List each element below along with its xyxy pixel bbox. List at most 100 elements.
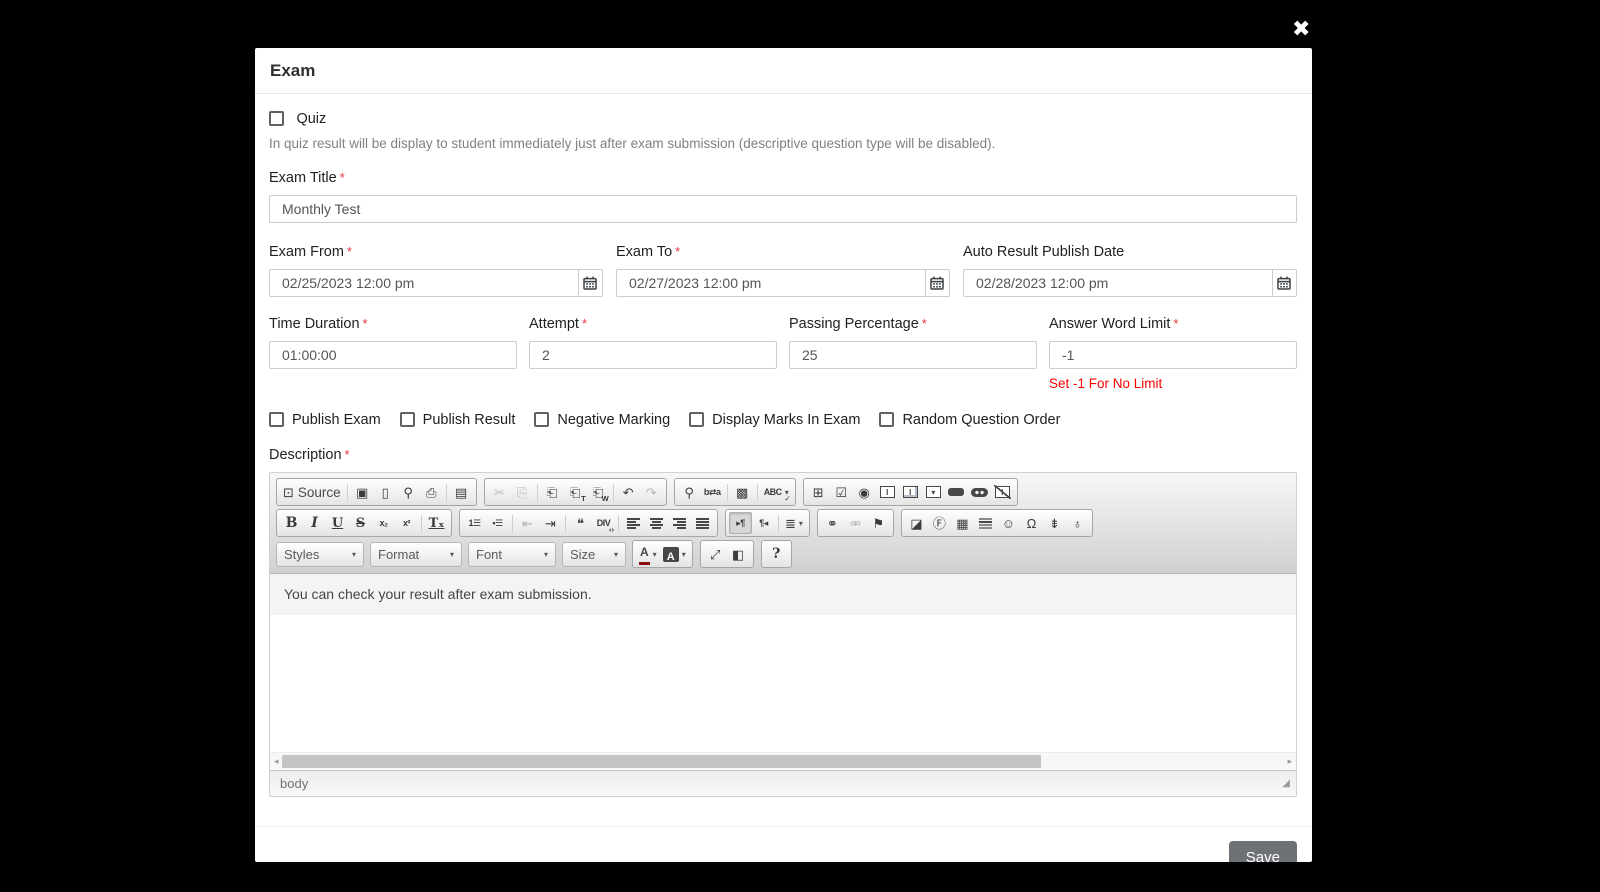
scroll-left-icon[interactable]: ◂ [274, 756, 279, 767]
display-marks-checkbox[interactable] [689, 412, 704, 427]
editor-content-area[interactable]: You can check your result after exam sub… [270, 574, 1296, 752]
element-path[interactable]: body [280, 776, 308, 791]
random-question-order-checkbox[interactable] [879, 412, 894, 427]
templates-icon[interactable]: ▤ [450, 481, 473, 503]
subscript-button[interactable]: x₂ [372, 512, 395, 534]
align-justify-button[interactable] [691, 512, 714, 534]
div-container-button[interactable]: DIV‹› [592, 512, 615, 534]
smiley-icon[interactable]: ☺ [997, 512, 1020, 534]
image-icon[interactable]: ◪ [905, 512, 928, 534]
flash-icon[interactable]: Ⓕ [928, 512, 951, 534]
paste-icon[interactable]: ⎗ [541, 481, 564, 503]
time-duration-label: Time Duration [269, 316, 360, 332]
size-select[interactable]: Size▾ [562, 542, 626, 567]
align-right-button[interactable] [668, 512, 691, 534]
select-field-icon[interactable]: ▾ [922, 481, 945, 503]
passing-percentage-label: Passing Percentage [789, 316, 919, 332]
spell-check-icon[interactable]: ABC✓▾ [761, 481, 792, 503]
unlink-icon[interactable]: ⚮ [844, 512, 867, 534]
negative-marking-checkbox[interactable] [534, 412, 549, 427]
attempt-input[interactable] [529, 341, 777, 369]
paste-from-word-icon[interactable]: ⎗W [587, 481, 610, 503]
text-field-icon[interactable]: I [876, 481, 899, 503]
format-select[interactable]: Format▾ [370, 542, 462, 567]
exam-from-input[interactable] [269, 269, 579, 297]
scrollbar-thumb[interactable] [282, 755, 1041, 768]
about-button[interactable]: ? [765, 543, 788, 565]
decrease-indent-button[interactable]: ⇤ [516, 512, 539, 534]
exam-to-input[interactable] [616, 269, 926, 297]
radio-field-icon[interactable]: ◉ [853, 481, 876, 503]
save-icon[interactable]: ▣ [351, 481, 374, 503]
exam-to-calendar-button[interactable] [926, 269, 950, 297]
passing-percentage-input[interactable] [789, 341, 1037, 369]
exam-title-section: Exam Title* [269, 169, 1297, 223]
paste-plain-text-icon[interactable]: ⎗T [564, 481, 587, 503]
iframe-icon[interactable]: ♁ [1066, 512, 1089, 534]
hidden-field-icon[interactable]: I [991, 481, 1014, 503]
page-break-icon[interactable]: ⇟ [1043, 512, 1066, 534]
special-character-icon[interactable]: Ω [1020, 512, 1043, 534]
show-blocks-button[interactable]: ◧ [727, 543, 750, 565]
auto-result-publish-date-calendar-button[interactable] [1273, 269, 1297, 297]
save-button[interactable]: Save [1229, 841, 1297, 862]
cut-icon[interactable]: ✂ [488, 481, 511, 503]
styles-select[interactable]: Styles▾ [276, 542, 364, 567]
find-icon[interactable]: ⚲ [678, 481, 701, 503]
align-left-button[interactable] [622, 512, 645, 534]
remove-format-button[interactable]: Tₓ [425, 512, 448, 534]
maximize-button[interactable]: ⤢ [704, 543, 727, 565]
replace-icon[interactable]: b⇄a [701, 481, 724, 503]
text-color-button[interactable]: ▾ [636, 543, 660, 565]
publish-exam-checkbox[interactable] [269, 412, 284, 427]
table-icon[interactable]: ▦ [951, 512, 974, 534]
editor-paragraph[interactable]: You can check your result after exam sub… [270, 574, 1296, 615]
random-question-order-option: Random Question Order [879, 411, 1060, 429]
checkbox-field-icon[interactable]: ☑ [830, 481, 853, 503]
font-select[interactable]: Font▾ [468, 542, 556, 567]
image-button-icon[interactable] [968, 481, 991, 503]
text-direction-ltr-button[interactable]: ▸¶ [729, 512, 752, 534]
exam-title-input[interactable] [269, 195, 1297, 223]
answer-word-limit-input[interactable] [1049, 341, 1297, 369]
time-duration-input[interactable] [269, 341, 517, 369]
form-icon[interactable]: ⊞ [807, 481, 830, 503]
horizontal-rule-icon[interactable] [974, 512, 997, 534]
exam-modal: Exam Quiz In quiz result will be display… [255, 48, 1312, 862]
source-button[interactable]: ⊡Source [280, 481, 344, 503]
exam-to-label: Exam To [616, 244, 672, 260]
increase-indent-button[interactable]: ⇥ [539, 512, 562, 534]
quiz-checkbox[interactable] [269, 111, 284, 126]
text-direction-rtl-button[interactable]: ¶◂ [752, 512, 775, 534]
underline-button[interactable]: U [326, 512, 349, 534]
new-page-icon[interactable]: ▯ [374, 481, 397, 503]
print-icon[interactable]: ⎙ [420, 481, 443, 503]
link-icon[interactable]: ⚭ [821, 512, 844, 534]
background-color-button[interactable]: ▾ [660, 543, 689, 565]
resize-grip-icon[interactable]: ◢ [1282, 778, 1290, 789]
exam-from-calendar-button[interactable] [579, 269, 603, 297]
editor-horizontal-scrollbar[interactable]: ◂ ▸ [270, 752, 1296, 770]
superscript-button[interactable]: x² [395, 512, 418, 534]
button-field-icon[interactable] [945, 481, 968, 503]
bold-button[interactable]: B [280, 512, 303, 534]
publish-result-checkbox[interactable] [400, 412, 415, 427]
preview-icon[interactable]: ⚲ [397, 481, 420, 503]
anchor-icon[interactable]: ⚑ [867, 512, 890, 534]
blockquote-button[interactable]: ❝ [569, 512, 592, 534]
numbered-list-button[interactable]: 1☰ [463, 512, 486, 534]
textarea-field-icon[interactable]: I [899, 481, 922, 503]
redo-icon[interactable]: ↷ [640, 481, 663, 503]
align-center-button[interactable] [645, 512, 668, 534]
random-question-order-label: Random Question Order [902, 412, 1060, 428]
language-button[interactable]: ≣▾ [782, 512, 806, 534]
select-all-icon[interactable]: ▩ [731, 481, 754, 503]
copy-icon[interactable]: ⎘ [511, 481, 534, 503]
italic-button[interactable]: I [303, 512, 326, 534]
close-icon[interactable]: ✖ [1292, 18, 1310, 40]
strikethrough-button[interactable]: S [349, 512, 372, 534]
scroll-right-icon[interactable]: ▸ [1287, 756, 1292, 767]
bulleted-list-button[interactable]: •☰ [486, 512, 509, 534]
undo-icon[interactable]: ↶ [617, 481, 640, 503]
auto-result-publish-date-input[interactable] [963, 269, 1273, 297]
